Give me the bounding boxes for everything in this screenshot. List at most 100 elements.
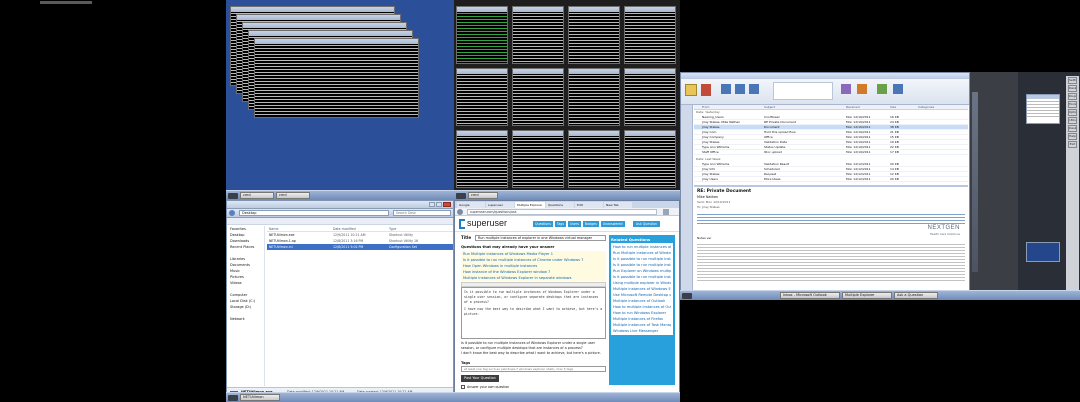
back-arrow-icon[interactable] [457, 209, 463, 215]
file-row-selected[interactable]: NETUtilmon.ini 12/8/2011 9:02 PM Configu… [267, 244, 453, 250]
message-received: Mon 12/19/2011 [846, 150, 871, 154]
superuser-logo[interactable]: superuser [467, 218, 507, 228]
minimize-icon[interactable] [429, 202, 435, 207]
column-header[interactable]: Date modified [333, 226, 389, 231]
terminal-window[interactable] [624, 6, 676, 64]
question-body-editor[interactable]: Is it possible to run multiple instances… [461, 287, 606, 339]
site-nav: Questions Tags Users Badges Unanswered [533, 221, 625, 227]
terminal-window[interactable] [456, 68, 508, 126]
toolbar-button[interactable]: Utils [1068, 117, 1077, 124]
column-header[interactable]: From [694, 105, 764, 109]
address-field[interactable]: Desktop [239, 210, 389, 216]
terminal-window[interactable] [624, 130, 676, 188]
terminal-window[interactable] [568, 6, 620, 64]
wrench-icon[interactable] [663, 209, 669, 215]
taskbar-item[interactable]: Multiple Explorer [842, 292, 892, 299]
reply-icon[interactable] [721, 84, 731, 94]
start-button[interactable] [682, 293, 692, 299]
checkbox-icon[interactable] [461, 385, 465, 389]
body-text: Is it possible to run multiple instances… [464, 290, 599, 304]
terminal-window[interactable] [456, 130, 508, 188]
terminal-window[interactable] [512, 130, 564, 188]
title-input[interactable]: Run multiple instances of explorer in on… [475, 235, 606, 241]
url-field[interactable]: superuser.com/questions/ask [467, 209, 657, 215]
terminal-window[interactable] [624, 68, 676, 126]
sidebar-item-network[interactable]: Network [227, 316, 264, 322]
back-arrow-icon[interactable] [229, 210, 235, 216]
delete-icon[interactable] [701, 84, 711, 96]
nav-questions[interactable]: Questions [533, 221, 553, 227]
taskbar-item[interactable]: Inbox - Microsoft Outlook [780, 292, 840, 299]
quick-steps-panel[interactable] [773, 82, 833, 100]
column-header[interactable]: Name [267, 226, 333, 231]
toolbar-button[interactable]: Help [1068, 133, 1077, 140]
message-size: 17 KB [890, 150, 899, 154]
superuser-header: superuser Questions Tags Users Badges Un… [455, 216, 679, 232]
taskbar-item[interactable]: NETUtilmon [240, 394, 280, 401]
move-icon[interactable] [841, 84, 851, 94]
message-size: 38 KB [890, 125, 899, 129]
nav-users[interactable]: Users [567, 221, 581, 227]
start-button[interactable] [228, 193, 238, 199]
nav-unanswered[interactable]: Unanswered [600, 221, 625, 227]
tags-input[interactable] [461, 366, 606, 372]
new-email-icon[interactable] [685, 84, 697, 96]
message-subject: Request [764, 172, 777, 176]
toolbar-button[interactable]: Desktop [1068, 125, 1077, 132]
message-row[interactable]: Jiray Users More Ideas Mon 12/12/2011 20 KB [694, 177, 968, 182]
terminal-window[interactable] [512, 68, 564, 126]
message-from: Jiray Stakes [702, 140, 720, 144]
reply-all-icon[interactable] [735, 84, 745, 94]
explorer-titlebar [227, 201, 453, 209]
cmd-window-5[interactable] [254, 38, 419, 118]
taskbar-item[interactable]: cmd [468, 192, 498, 199]
outlook-message-list: From Subject Received Size Categories Da… [694, 105, 968, 185]
column-header[interactable]: Size [890, 105, 918, 109]
start-button[interactable] [456, 193, 466, 199]
superuser-logo-icon[interactable] [459, 219, 465, 229]
question-form: Title Run multiple instances of explorer… [461, 235, 606, 401]
ask-question-button[interactable]: Ask Question [633, 221, 660, 227]
answer-own-checkbox[interactable]: Answer your own question [461, 385, 606, 389]
terminal-window[interactable] [568, 130, 620, 188]
toolbar-button[interactable]: Desktop [1068, 85, 1077, 92]
message-row[interactable]: Staff Office IDoc upload Mon 12/19/2011 17 … [694, 150, 968, 155]
close-icon[interactable] [443, 202, 451, 207]
column-header[interactable]: Type [389, 226, 449, 231]
message-from: Type Ann Williams [702, 162, 730, 166]
message-subject: Scheduled [764, 167, 780, 171]
toolbar-button[interactable]: Settings [1068, 77, 1077, 84]
toolbar-button[interactable]: Exit [1068, 141, 1077, 148]
outlook-todo-bar [970, 72, 1018, 300]
toolbar-button[interactable]: Options [1068, 109, 1077, 116]
column-header[interactable]: Categories [918, 105, 958, 109]
toolbar-button[interactable]: Display [1068, 93, 1077, 100]
forward-icon[interactable] [749, 84, 759, 94]
file-type: Configuration Set [389, 245, 417, 249]
column-header[interactable]: Subject [764, 105, 846, 109]
message-subject: IDoc upload [764, 150, 782, 154]
search-input[interactable] [393, 210, 451, 216]
taskbar-item[interactable]: cmd [240, 192, 274, 199]
browser-window: Google superuser Multiple Explorer Quest… [454, 200, 680, 402]
taskbar-item[interactable]: cmd [276, 192, 310, 199]
mini-window[interactable] [1026, 94, 1060, 124]
start-button[interactable] [228, 395, 238, 401]
nav-tags[interactable]: Tags [554, 221, 566, 227]
maximize-icon[interactable] [436, 202, 442, 207]
find-icon[interactable] [877, 84, 887, 94]
toolbar-button[interactable]: Tools [1068, 101, 1077, 108]
post-question-button[interactable]: Post Your Question [461, 375, 499, 382]
terminal-window-green[interactable] [456, 6, 508, 64]
mini-window-blue[interactable] [1026, 242, 1060, 262]
terminal-window[interactable] [512, 6, 564, 64]
terminal-window[interactable] [568, 68, 620, 126]
similar-question-link[interactable]: Multiple instances of Windows Explorer i… [463, 275, 606, 281]
vertical-toolbar: Settings Desktop Display Tools Options U… [1066, 76, 1079, 296]
nav-badges[interactable]: Badges [582, 221, 599, 227]
column-header[interactable]: Received [846, 105, 890, 109]
address-book-icon[interactable] [893, 84, 903, 94]
related-question-link[interactable]: Windows Live Messenger [613, 328, 671, 334]
taskbar-item[interactable]: Ask a Question [894, 292, 938, 299]
tags-icon[interactable] [857, 84, 867, 94]
